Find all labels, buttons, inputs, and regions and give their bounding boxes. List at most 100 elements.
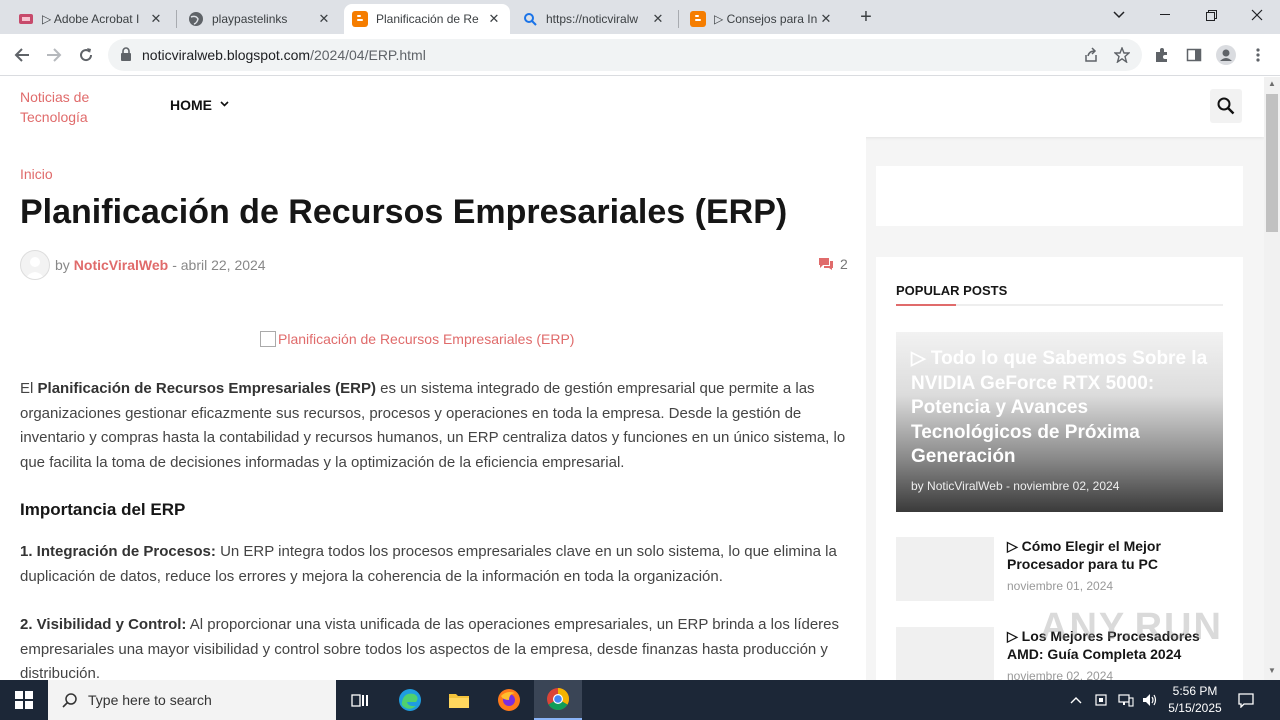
intro-paragraph: El Planificación de Recursos Empresarial… (20, 377, 846, 475)
address-bar[interactable]: noticviralweb.blogspot.com/2024/04/ERP.h… (108, 39, 1142, 71)
featured-author[interactable]: NoticViralWeb (927, 479, 1003, 493)
widget-title: POPULAR POSTS (896, 283, 1008, 298)
back-button[interactable] (9, 42, 35, 68)
nav-home-menu[interactable]: HOME (170, 97, 229, 113)
site-logo-broken-image[interactable]: Noticias de Tecnología (20, 87, 140, 127)
popular-post-item[interactable]: ▷ Cómo Elegir el Mejor Procesador para t… (896, 537, 1223, 603)
popular-post-date: noviembre 02, 2024 (1007, 669, 1114, 680)
close-icon[interactable]: ✕ (486, 11, 502, 27)
author-link[interactable]: NoticViralWeb (74, 257, 168, 273)
firefox-icon (498, 689, 520, 711)
page-scrollbar[interactable]: ▲ ▼ (1264, 77, 1280, 680)
featured-post-meta: by NoticViralWeb - noviembre 02, 2024 (911, 479, 1119, 493)
close-window-button[interactable] (1234, 0, 1280, 30)
anyrun-watermark: ANY.RUN (1040, 606, 1223, 648)
tab-title: playpastelinks (212, 12, 288, 26)
url-domain: noticviralweb.blogspot.com (142, 47, 311, 63)
scroll-down-arrow-icon[interactable]: ▼ (1268, 666, 1276, 675)
intro-pre: El (20, 380, 38, 397)
post-thumbnail[interactable] (896, 627, 994, 680)
taskbar-file-explorer[interactable] (435, 680, 483, 720)
sidebar-empty-widget (876, 166, 1243, 226)
popular-post-date: noviembre 01, 2024 (1007, 579, 1114, 593)
comments-icon (819, 258, 833, 270)
extensions-puzzle-icon[interactable] (1151, 44, 1173, 66)
tab-playpastelinks[interactable]: playpastelinks ✕ (180, 4, 340, 34)
post-meta: by NoticViralWeb - abril 22, 2024 (20, 249, 266, 281)
taskbar-firefox[interactable] (485, 680, 533, 720)
tab-search-chevron-icon[interactable] (1096, 0, 1142, 30)
folder-icon (449, 694, 469, 708)
profile-avatar-icon[interactable] (1215, 44, 1237, 66)
windows-taskbar: Type here to search 5:56 PM 5/15/2025 (0, 680, 1280, 720)
forward-button[interactable] (41, 42, 67, 68)
tab-planificacion-active[interactable]: Planificación de Re ✕ (344, 4, 510, 34)
url-text: noticviralweb.blogspot.com/2024/04/ERP.h… (142, 47, 426, 63)
user-silhouette-icon (25, 257, 45, 279)
article-main: Inicio Planificación de Recursos Empresa… (0, 137, 866, 680)
close-icon[interactable]: ✕ (650, 11, 666, 27)
network-icon[interactable] (1118, 693, 1134, 707)
featured-post-title[interactable]: ▷ Todo lo que Sabemos Sobre la NVIDIA Ge… (911, 347, 1211, 470)
taskbar-edge[interactable] (386, 680, 434, 720)
tab-strip: ▷ Adobe Acrobat I ✕ playpastelinks ✕ Pla… (0, 0, 1280, 34)
tab-acrobat[interactable]: ▷ Adobe Acrobat I ✕ (10, 4, 172, 34)
new-tab-button[interactable]: + (856, 6, 876, 28)
side-panel-icon[interactable] (1183, 44, 1205, 66)
site-header: Noticias de Tecnología HOME (0, 77, 1264, 137)
broken-image-icon (260, 331, 276, 347)
popular-post-title[interactable]: ▷ Cómo Elegir el Mejor Procesador para t… (1007, 537, 1217, 573)
post-thumbnail[interactable] (896, 537, 994, 601)
restore-button[interactable] (1188, 0, 1234, 30)
tab-consejos[interactable]: ▷ Consejos para In ✕ (682, 4, 842, 34)
taskbar-search-box[interactable]: Type here to search (48, 680, 336, 720)
chevron-up-icon[interactable] (1070, 696, 1082, 704)
browser-toolbar: noticviralweb.blogspot.com/2024/04/ERP.h… (0, 34, 1280, 76)
by-label: by (55, 257, 70, 273)
minimize-button[interactable] (1142, 0, 1188, 30)
acrobat-icon (18, 11, 34, 27)
tab-noticviralweb-search[interactable]: https://noticviralw ✕ (514, 4, 674, 34)
share-icon[interactable] (1080, 44, 1102, 66)
security-shield-icon[interactable] (1094, 693, 1108, 707)
section-heading: Importancia del ERP (20, 500, 186, 519)
notifications-button[interactable] (1238, 680, 1258, 720)
close-icon[interactable]: ✕ (818, 11, 834, 27)
site-search-button[interactable] (1210, 89, 1242, 123)
tab-title: ▷ Adobe Acrobat I (42, 12, 140, 26)
tab-title: ▷ Consejos para In (714, 12, 818, 26)
chrome-menu-icon[interactable] (1247, 44, 1269, 66)
start-button[interactable] (0, 680, 48, 720)
search-icon (62, 693, 77, 708)
tab-title: Planificación de Re (376, 12, 479, 26)
chrome-icon (547, 688, 569, 710)
point-visibilidad: 2. Visibilidad y Control: Al proporciona… (20, 613, 846, 680)
featured-post-card[interactable]: ▷ Todo lo que Sabemos Sobre la NVIDIA Ge… (896, 332, 1223, 512)
taskbar-search-placeholder: Type here to search (88, 692, 212, 708)
taskbar-chrome-active[interactable] (534, 680, 582, 720)
by-label: by (911, 479, 924, 493)
search-icon (1217, 97, 1235, 115)
search-icon (522, 11, 538, 27)
chevron-down-icon (220, 101, 229, 107)
windows-logo-icon (15, 691, 33, 709)
close-icon[interactable]: ✕ (316, 11, 332, 27)
point-label: 2. Visibilidad y Control: (20, 616, 187, 633)
tab-title: https://noticviralw (546, 12, 639, 26)
scroll-up-arrow-icon[interactable]: ▲ (1268, 79, 1276, 88)
breadcrumb[interactable]: Inicio (20, 166, 53, 182)
bookmark-star-icon[interactable] (1111, 44, 1133, 66)
comments-link[interactable]: 2 (818, 256, 848, 272)
hero-image-alt: Planificación de Recursos Empresariales … (278, 331, 575, 347)
taskbar-clock[interactable]: 5:56 PM 5/15/2025 (1152, 683, 1238, 717)
reload-button[interactable] (73, 42, 99, 68)
lock-icon (120, 47, 134, 63)
clock-time: 5:56 PM (1172, 684, 1218, 698)
task-view-button[interactable] (336, 680, 384, 720)
edge-icon (399, 689, 421, 711)
comment-count: 2 (840, 256, 848, 272)
author-avatar[interactable] (20, 250, 50, 280)
close-icon[interactable]: ✕ (148, 11, 164, 27)
blogger-icon (352, 11, 368, 27)
scrollbar-thumb[interactable] (1266, 94, 1278, 232)
